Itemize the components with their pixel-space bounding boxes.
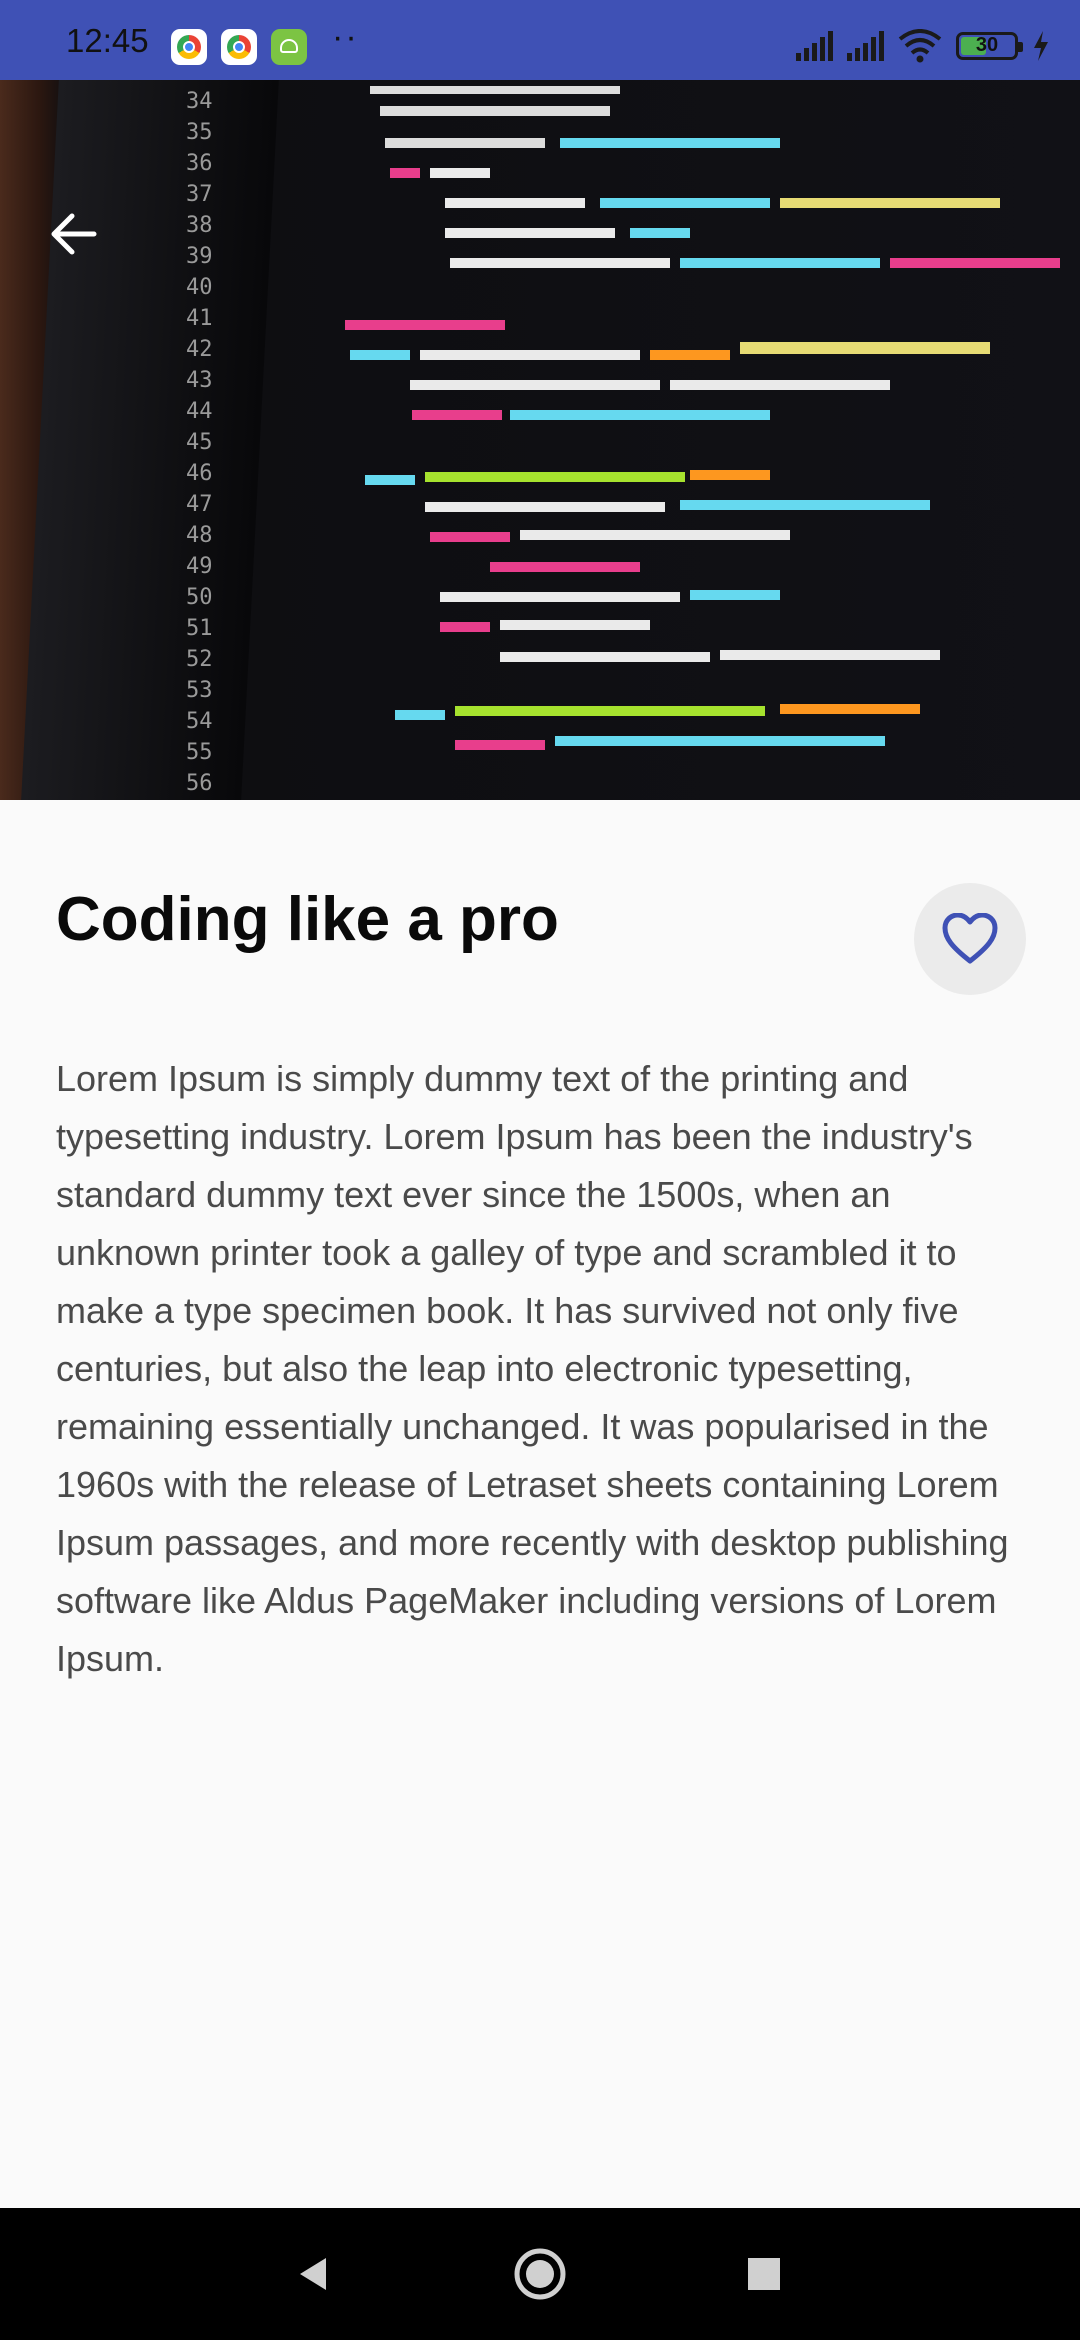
- battery-level: 30: [975, 34, 999, 56]
- chrome-icon: [171, 29, 207, 65]
- wifi-icon: [898, 29, 942, 63]
- triangle-back-icon: [300, 2258, 326, 2290]
- hero-image: 34 35 36 37 38 39 40 41 42 43 44 45 46 47 48 49 50 51 52 53…: [0, 80, 1080, 800]
- system-nav-bar: [0, 2208, 1080, 2340]
- square-recents-icon: [748, 2258, 780, 2290]
- battery-icon: 30: [956, 32, 1023, 60]
- android-app-icon: [271, 29, 307, 65]
- nav-recents-button[interactable]: [734, 2244, 794, 2304]
- heart-outline-icon: [942, 913, 998, 964]
- nav-home-button[interactable]: [510, 2244, 570, 2304]
- article-title: Coding like a pro: [56, 885, 559, 954]
- article-body: Lorem Ipsum is simply dummy text of the …: [56, 1058, 1009, 1679]
- status-time: 12:45: [66, 22, 149, 59]
- favorite-button[interactable]: [914, 883, 1026, 995]
- circle-home-icon: [514, 2248, 566, 2300]
- nav-back-button[interactable]: [284, 2244, 344, 2304]
- status-bar: 12:45 ·· 30: [0, 0, 1080, 80]
- charging-icon: [1034, 31, 1048, 61]
- signal-icon: [796, 31, 833, 61]
- code-screenshot: [345, 86, 1060, 750]
- chrome-icon: [221, 29, 257, 65]
- more-notifications-indicator: ··: [332, 18, 359, 56]
- signal-icon: [847, 31, 884, 61]
- back-arrow-icon[interactable]: [44, 204, 104, 264]
